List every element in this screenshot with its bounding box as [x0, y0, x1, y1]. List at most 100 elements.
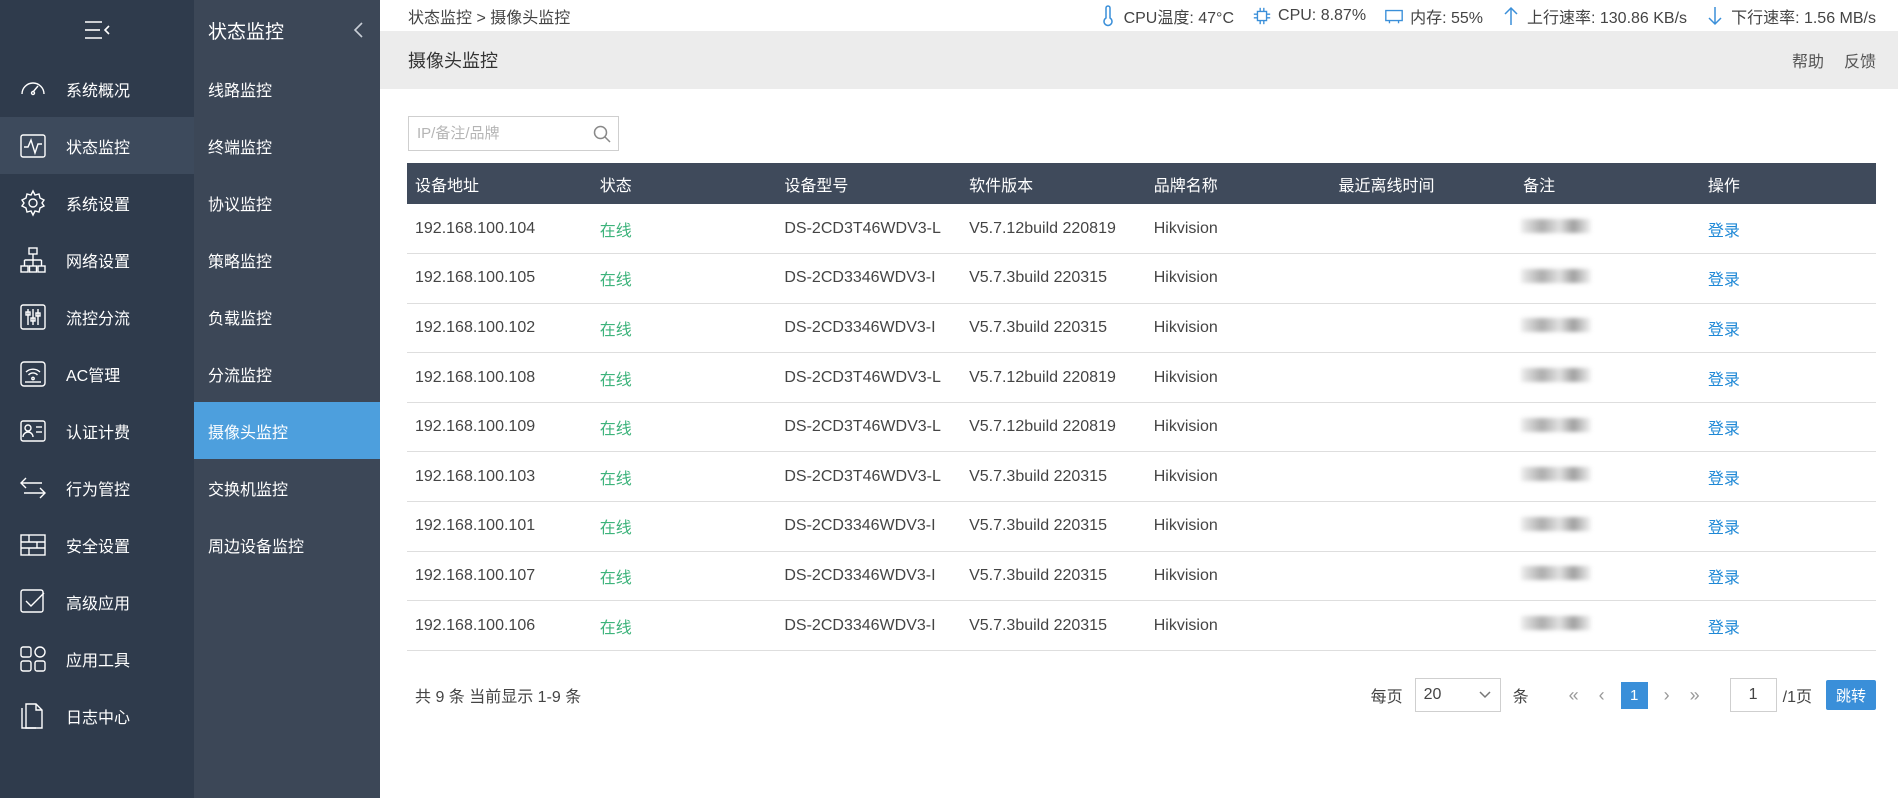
column-header: 品牌名称 [1153, 177, 1218, 195]
redacted-note [1521, 516, 1592, 531]
subnav-item[interactable]: 分流监控 [194, 345, 380, 402]
page-number-input[interactable]: 1 [1729, 678, 1777, 712]
cell-action: 登录 [1700, 452, 1876, 502]
memory-icon [1385, 9, 1403, 23]
cell-status: 在线 [599, 520, 632, 538]
cell-offline [1330, 601, 1515, 651]
sub-sidebar: 状态监控 线路监控 终端监控 协议监控 策略监控 负载监控 分流监控 摄像头监控 交换机监控周… [194, 0, 380, 798]
sidebar-item[interactable]: 行为管控 [0, 459, 194, 516]
cell-note [1515, 204, 1700, 254]
redacted-note [1521, 467, 1592, 482]
swap-icon [20, 477, 46, 498]
login-link[interactable]: 登录 [1708, 471, 1740, 488]
pagination-bar: 共 9 条 当前显示 1-9 条 每页 20 条 « ‹ 1 › » 1 /1页… [407, 676, 1876, 714]
subnav-item[interactable]: 周边设备监控 [194, 516, 380, 573]
help-link[interactable]: 帮助 [1792, 48, 1824, 72]
prev-page-icon[interactable]: ‹ [1599, 685, 1605, 706]
sidebar-item[interactable]: 状态监控 [0, 117, 194, 174]
search-icon[interactable] [592, 124, 612, 144]
subnav-item[interactable]: 摄像头监控 [194, 402, 380, 459]
cell-ip: 192.168.100.107 [415, 566, 536, 584]
subnav-item[interactable]: 线路监控 [194, 60, 380, 117]
current-page-button[interactable]: 1 [1620, 681, 1648, 709]
cell-version: V5.7.12build 220819 [969, 368, 1116, 386]
pulse-icon [20, 133, 46, 158]
sidebar-item[interactable]: 日志中心 [0, 687, 194, 744]
sidebar-item[interactable]: 系统设置 [0, 174, 194, 231]
document-icon [21, 702, 43, 729]
cell-brand: Hikvision [1153, 418, 1218, 436]
per-page-unit: 条 [1512, 689, 1529, 706]
cpu-temp-stat: CPU温度: 47°C [1098, 4, 1234, 28]
subnav-item[interactable]: 协议监控 [194, 174, 380, 231]
cell-offline [1330, 452, 1515, 502]
table-row: 192.168.100.107 在线 DS-2CD3346WDV3-I V5.7.3b… [407, 551, 1876, 601]
sliders-icon [20, 303, 46, 330]
subnav-item[interactable]: 交换机监控 [194, 459, 380, 516]
breadcrumb: 状态监控 > 摄像头监控 [408, 9, 571, 27]
sidebar-item[interactable]: 应用工具 [0, 630, 194, 687]
cell-note [1515, 303, 1700, 353]
apps-icon [0, 644, 66, 674]
login-link[interactable]: 登录 [1708, 520, 1740, 537]
column-header: 设备地址 [415, 177, 480, 195]
subnav-item[interactable]: 终端监控 [194, 117, 380, 174]
record-summary: 共 9 条 当前显示 1-9 条 [415, 689, 582, 706]
redacted-note [1521, 368, 1592, 383]
cell-status: 在线 [599, 421, 632, 439]
sidebar-item-label: 网络设置 [66, 253, 131, 271]
sidebar-item-label: 应用工具 [66, 652, 131, 670]
main-sidebar: 系统概况 状态监控 系统设置网络设置流控分流 AC管理 认证计费行为管控安全设置 高级应用… [0, 0, 194, 798]
login-link[interactable]: 登录 [1708, 421, 1740, 438]
cell-status: 在线 [599, 619, 632, 637]
cell-model: DS-2CD3346WDV3-I [784, 517, 936, 535]
last-page-icon[interactable]: » [1690, 685, 1700, 706]
search-input[interactable] [417, 125, 587, 142]
cell-ip: 192.168.100.104 [415, 219, 536, 237]
dashboard-icon [0, 74, 66, 104]
gear-icon [20, 188, 46, 217]
search-box [408, 116, 619, 151]
sidebar-item[interactable]: AC管理 [0, 345, 194, 402]
firewall-icon [0, 530, 66, 560]
cell-version: V5.7.12build 220819 [969, 418, 1116, 436]
chevron-down-icon [1479, 691, 1491, 699]
login-link[interactable]: 登录 [1708, 372, 1740, 389]
login-link[interactable]: 登录 [1708, 272, 1740, 289]
sidebar-item[interactable]: 安全设置 [0, 516, 194, 573]
checkbox-icon [20, 588, 45, 613]
subnav-item[interactable]: 负载监控 [194, 288, 380, 345]
table-row: 192.168.100.108 在线 DS-2CD3T46WDV3-L V5.7.12… [407, 353, 1876, 403]
login-link[interactable]: 登录 [1708, 223, 1740, 240]
table-row: 192.168.100.101 在线 DS-2CD3346WDV3-I V5.7.3b… [407, 502, 1876, 552]
cell-offline [1330, 353, 1515, 403]
chevron-left-icon[interactable] [352, 20, 364, 40]
cell-status: 在线 [599, 321, 632, 339]
menu-collapse-icon [85, 21, 110, 39]
sidebar-item[interactable]: 高级应用 [0, 573, 194, 630]
table-row: 192.168.100.109 在线 DS-2CD3T46WDV3-L V5.7.12… [407, 402, 1876, 452]
sidebar-item[interactable]: 认证计费 [0, 402, 194, 459]
cell-ip: 192.168.100.106 [415, 616, 536, 634]
sidebar-item[interactable]: 系统概况 [0, 60, 194, 117]
feedback-link[interactable]: 反馈 [1844, 48, 1876, 72]
collapse-menu-button[interactable] [0, 0, 194, 60]
status-bar: 状态监控 > 摄像头监控 CPU温度: 47°C CPU: 8.87% 内存: … [380, 0, 1898, 31]
sidebar-item[interactable]: 网络设置 [0, 231, 194, 288]
thermometer-icon [1102, 4, 1113, 26]
login-link[interactable]: 登录 [1708, 322, 1740, 339]
sidebar-item-label: 行为管控 [66, 481, 131, 499]
login-link[interactable]: 登录 [1708, 620, 1740, 637]
sidebar-item[interactable]: 流控分流 [0, 288, 194, 345]
login-link[interactable]: 登录 [1708, 570, 1740, 587]
cell-offline [1330, 502, 1515, 552]
first-page-icon[interactable]: « [1569, 685, 1579, 706]
subnav-item[interactable]: 策略监控 [194, 231, 380, 288]
cell-ip: 192.168.100.105 [415, 269, 536, 287]
jump-button[interactable]: 跳转 [1825, 680, 1876, 710]
per-page-select[interactable]: 20 [1414, 678, 1501, 712]
cell-version: V5.7.3build 220315 [969, 517, 1107, 535]
next-page-icon[interactable]: › [1664, 685, 1670, 706]
cell-version: V5.7.3build 220315 [969, 616, 1107, 634]
cell-brand: Hikvision [1153, 566, 1218, 584]
